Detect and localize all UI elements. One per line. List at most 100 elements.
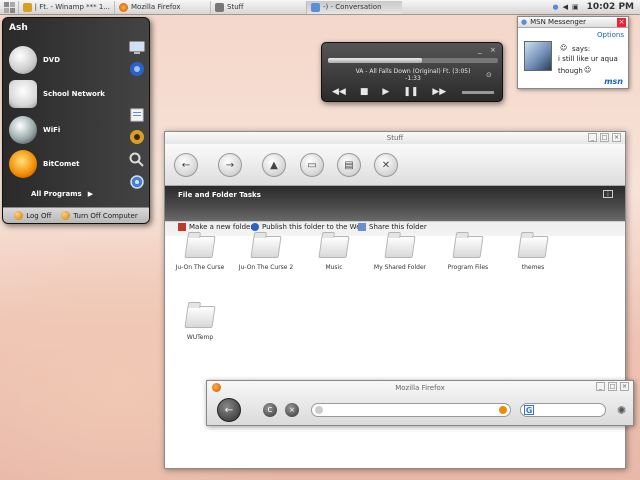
seek-bar-fill <box>328 58 422 63</box>
arrow-right-icon: ▶ <box>87 190 94 198</box>
up-button[interactable]: ▲ <box>262 153 286 177</box>
pause-icon[interactable]: ❚❚ <box>403 87 418 97</box>
start-item-school-network[interactable]: School Network <box>9 80 105 108</box>
google-icon[interactable]: G <box>524 405 534 415</box>
log-off-button[interactable]: Log Off <box>14 211 51 220</box>
window-controls: _ □ × <box>596 382 629 391</box>
turn-off-label: Turn Off Computer <box>73 211 138 220</box>
throbber-icon: ✺ <box>617 404 627 417</box>
search-icon[interactable] <box>127 151 147 169</box>
start-item-dvd[interactable]: DVD <box>9 46 60 74</box>
volume-icon[interactable]: ◀ <box>563 3 568 11</box>
tools-button[interactable]: ✕ <box>374 153 398 177</box>
seek-bar[interactable] <box>328 58 498 63</box>
back-button[interactable]: ← <box>217 398 241 422</box>
folder-icon <box>384 236 416 258</box>
task-publish-folder[interactable]: Publish this folder to the Web <box>251 223 365 231</box>
documents-icon[interactable] <box>127 106 147 124</box>
taskbar-item-stuff[interactable]: Stuff <box>210 0 306 14</box>
msn-titlebar: ● MSN Messenger × <box>518 17 628 28</box>
window-title: Mozilla Firefox <box>395 383 445 392</box>
start-item-bitcomet[interactable]: BitComet <box>9 150 79 178</box>
explorer-titlebar: Stuff _ □ × <box>165 132 625 144</box>
player-controls: ◀◀ ■ ▶ ❚❚ ▶▶ <box>332 87 446 97</box>
dvd-icon <box>9 46 37 74</box>
collapse-icon[interactable]: i <box>603 190 613 198</box>
folder-icon: ▭ <box>307 159 317 171</box>
previous-icon[interactable]: ◀◀ <box>332 87 346 97</box>
stop-icon[interactable]: ■ <box>360 87 369 97</box>
arrow-left-icon: ← <box>224 404 234 416</box>
msn-message-line: i still like ur aqua <box>558 55 618 63</box>
folder-item[interactable]: WUTemp <box>165 306 235 341</box>
folder-label: WUTemp <box>186 334 214 341</box>
forward-button[interactable]: → <box>218 153 242 177</box>
taskbar-item-conversation[interactable]: -) - Conversation <box>306 0 402 14</box>
msn-options-link[interactable]: Options <box>597 31 624 39</box>
folder-item[interactable]: Program Files <box>433 236 503 271</box>
taskbar: | Ft. - Winamp *** 1... Mozilla Firefox … <box>0 0 640 15</box>
my-computer-icon[interactable] <box>127 39 147 57</box>
msn-message-line: though <box>558 67 583 75</box>
power-icon <box>61 211 71 220</box>
folder-label: Program Files <box>447 264 489 271</box>
system-tray: ● ◀ ▣ 10:02 PM <box>553 2 640 12</box>
clock: 10:02 PM <box>586 2 634 12</box>
minimize-button[interactable]: _ <box>596 382 605 391</box>
turn-off-button[interactable]: Turn Off Computer <box>61 211 138 220</box>
smiley-icon: ☺ <box>584 66 592 74</box>
site-icon <box>315 406 323 414</box>
back-button[interactable]: ← <box>174 153 198 177</box>
windows-logo-icon <box>3 1 15 13</box>
folder-item[interactable]: themes <box>498 236 568 271</box>
msn-icon <box>311 2 320 12</box>
minimize-icon[interactable]: _ <box>478 46 482 54</box>
maximize-button[interactable]: □ <box>608 382 617 391</box>
track-time: -1:33 <box>405 75 421 82</box>
task-make-new-folder[interactable]: Make a new folder <box>178 223 253 231</box>
internet-explorer-icon[interactable] <box>127 60 147 78</box>
volume-slider[interactable] <box>462 91 494 94</box>
maximize-button[interactable]: □ <box>600 133 609 142</box>
folders-button[interactable]: ▭ <box>300 153 324 177</box>
task-share-folder[interactable]: Share this folder <box>358 223 427 231</box>
all-programs-button[interactable]: All Programs ▶ <box>31 190 93 198</box>
reload-button[interactable]: C <box>263 403 277 417</box>
taskbar-item-firefox[interactable]: Mozilla Firefox <box>114 0 210 14</box>
network-icon[interactable]: ▣ <box>572 3 579 11</box>
views-icon: ▤ <box>344 159 354 171</box>
globe-icon <box>9 116 37 144</box>
folder-label: themes <box>521 264 545 271</box>
msn-buddy-icon: ● <box>521 18 528 26</box>
firefox-logo-icon <box>212 383 221 392</box>
search-box[interactable]: G <box>520 403 606 417</box>
taskbar-item-winamp[interactable]: | Ft. - Winamp *** 1... <box>18 0 114 14</box>
msn-tray-icon[interactable]: ● <box>553 3 559 11</box>
url-bar[interactable] <box>311 403 511 417</box>
views-button[interactable]: ▤ <box>337 153 361 177</box>
folder-icon <box>250 236 282 258</box>
minimize-button[interactable]: _ <box>588 133 597 142</box>
close-icon[interactable]: × <box>490 46 496 54</box>
play-icon[interactable]: ▶ <box>382 87 389 97</box>
eject-icon[interactable]: ⊙ <box>486 71 492 79</box>
rss-icon[interactable] <box>499 406 507 414</box>
close-button[interactable]: × <box>612 133 621 142</box>
media-player-icon[interactable] <box>127 128 147 146</box>
settings-gear-icon[interactable] <box>127 173 147 191</box>
folder-item[interactable]: Ju-On The Curse <box>165 236 235 271</box>
next-icon[interactable]: ▶▶ <box>432 87 446 97</box>
start-button[interactable] <box>0 0 18 15</box>
folder-item[interactable]: My Shared Folder <box>365 236 435 271</box>
start-item-label: School Network <box>43 90 105 98</box>
folder-item[interactable]: Music <box>299 236 369 271</box>
publish-web-icon <box>251 223 259 231</box>
folder-item[interactable]: Ju-On The Curse 2 <box>231 236 301 271</box>
close-icon[interactable]: × <box>617 17 626 27</box>
folder-icon <box>318 236 350 258</box>
tasks-title: File and Folder Tasks <box>178 191 261 199</box>
close-button[interactable]: × <box>620 382 629 391</box>
start-item-wifi[interactable]: WiFi <box>9 116 60 144</box>
arrow-left-icon: ← <box>181 159 191 171</box>
stop-button[interactable]: × <box>285 403 299 417</box>
